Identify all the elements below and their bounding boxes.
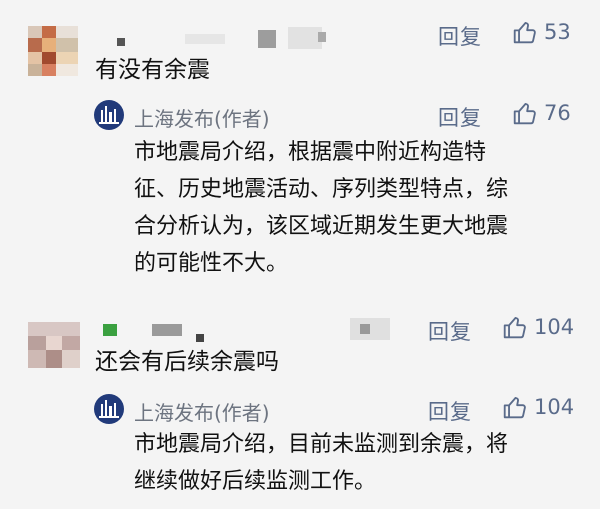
comment-text: 还会有后续余震吗 xyxy=(95,349,279,375)
like-button[interactable]: 53 xyxy=(512,19,571,45)
like-count: 104 xyxy=(534,315,575,339)
like-button[interactable]: 104 xyxy=(502,394,574,420)
reply-button[interactable]: 回复 xyxy=(438,21,482,51)
reply-line: 继续做好后续监测工作。 xyxy=(134,469,377,494)
reply-button[interactable]: 回复 xyxy=(438,102,482,132)
thumb-up-icon xyxy=(513,21,536,44)
reply-line: 征、历史地震活动、序列类型特点，综 xyxy=(134,177,509,202)
reply-line: 市地震局介绍，根据震中附近构造特 xyxy=(134,140,487,165)
author-avatar[interactable] xyxy=(94,394,124,424)
thumb-up-icon xyxy=(503,396,526,419)
thumb-up-icon xyxy=(503,316,526,339)
city-skyline-logo xyxy=(99,400,119,418)
like-count: 76 xyxy=(544,101,571,125)
user-avatar[interactable] xyxy=(28,26,78,76)
reply-line: 合分析认为，该区域近期发生更大地震 xyxy=(134,214,509,239)
reply-text: 市地震局介绍，根据震中附近构造特 征、历史地震活动、序列类型特点，综 合分析认为… xyxy=(134,137,508,279)
reply-line: 市地震局介绍，目前未监测到余震，将 xyxy=(134,432,509,457)
author-avatar[interactable] xyxy=(94,100,124,130)
comment-text: 有没有余震 xyxy=(95,57,210,83)
author-name[interactable]: 上海发布(作者) xyxy=(134,397,270,426)
user-avatar[interactable] xyxy=(28,322,80,368)
like-button[interactable]: 104 xyxy=(502,314,574,340)
reply-text: 市地震局介绍，目前未监测到余震，将 继续做好后续监测工作。 xyxy=(134,429,508,497)
like-count: 53 xyxy=(544,20,571,44)
reply-line: 的可能性不大。 xyxy=(134,251,289,276)
reply-button[interactable]: 回复 xyxy=(428,316,472,346)
city-skyline-logo xyxy=(99,106,119,124)
thumb-up-icon xyxy=(513,102,536,125)
reply-button[interactable]: 回复 xyxy=(428,396,472,426)
like-count: 104 xyxy=(534,395,575,419)
like-button[interactable]: 76 xyxy=(512,100,571,126)
author-name[interactable]: 上海发布(作者) xyxy=(134,103,270,132)
